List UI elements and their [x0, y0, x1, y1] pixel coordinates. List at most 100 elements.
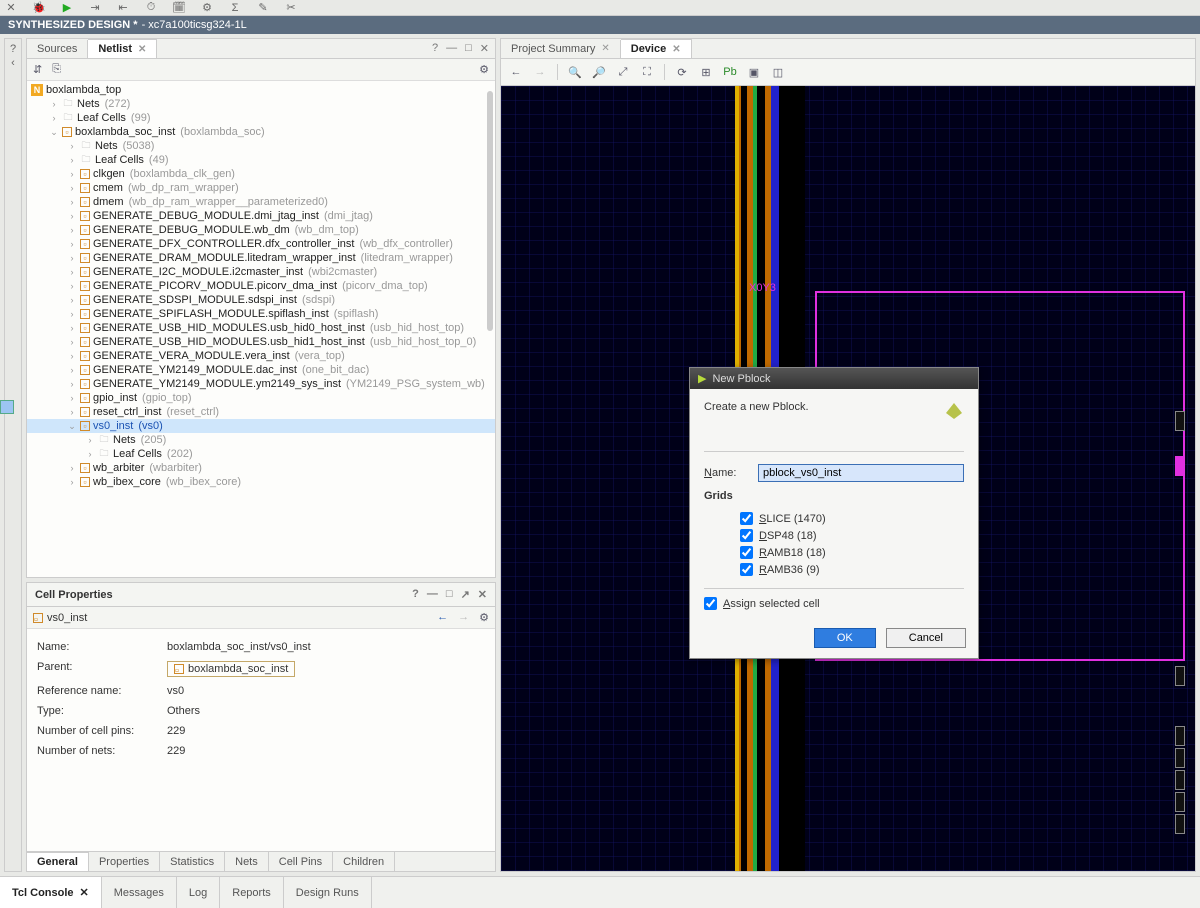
tree-item[interactable]: ›▫GENERATE_DEBUG_MODULE.wb_dm(wb_dm_top) [27, 223, 495, 237]
chk-ramb36[interactable] [740, 563, 753, 576]
zoom-in-icon[interactable]: 🔍 [566, 63, 584, 81]
tree-item[interactable]: ›🗀Leaf Cells(202) [27, 447, 495, 461]
tree-item[interactable]: ›▫GENERATE_YM2149_MODULE.dac_inst(one_bi… [27, 363, 495, 377]
highlight-icon[interactable]: ▣ [745, 63, 763, 81]
ok-button[interactable]: OK [814, 628, 876, 648]
tree-root[interactable]: Nboxlambda_top [27, 83, 495, 97]
tree-item[interactable]: ›▫wb_ibex_core(wb_ibex_core) [27, 475, 495, 489]
maximize-icon[interactable]: □ [446, 588, 453, 601]
chk-slice[interactable] [740, 512, 753, 525]
maximize-icon[interactable]: □ [465, 42, 472, 55]
help-icon[interactable]: ? [10, 43, 16, 55]
zoom-fit-icon[interactable]: ⤢ [614, 63, 632, 81]
wand-icon[interactable]: ✎ [256, 1, 270, 15]
close-icon[interactable]: ✕ [480, 42, 489, 55]
back-arrow-icon[interactable]: ← [507, 63, 525, 81]
close-icon[interactable]: ✕ [672, 44, 680, 55]
expand-icon[interactable]: ⎘ [52, 63, 61, 76]
float-icon[interactable]: ↗ [461, 588, 470, 601]
tree-nets[interactable]: ›🗀Nets(272) [27, 97, 495, 111]
tree-item[interactable]: ›▫cmem(wb_dp_ram_wrapper) [27, 181, 495, 195]
minimize-icon[interactable]: — [446, 42, 457, 55]
tree-item[interactable]: ›▫GENERATE_DEBUG_MODULE.dmi_jtag_inst(dm… [27, 209, 495, 223]
cut-icon[interactable]: ✂ [284, 1, 298, 15]
tree-item[interactable]: ›▫gpio_inst(gpio_top) [27, 391, 495, 405]
pblock-name-input[interactable] [758, 464, 964, 482]
netlist-tabs: Sources Netlist✕ ? — □ ✕ [27, 39, 495, 59]
tree-item[interactable]: ›▫GENERATE_I2C_MODULE.i2cmaster_inst(wbi… [27, 265, 495, 279]
app-toolbar: ✕ 🐞 ▶ ⇥ ⇤ ⏱ 🗓 ⚙ Σ ✎ ✂ [0, 0, 1200, 16]
tab-netlist[interactable]: Netlist✕ [88, 39, 157, 58]
help-icon[interactable]: ? [412, 588, 419, 601]
chk-dsp48[interactable] [740, 529, 753, 542]
tree-item[interactable]: ›▫GENERATE_VERA_MODULE.vera_inst(vera_to… [27, 349, 495, 363]
tab-properties[interactable]: Properties [89, 852, 160, 871]
tree-item[interactable]: ›▫GENERATE_USB_HID_MODULES.usb_hid1_host… [27, 335, 495, 349]
tab-general[interactable]: General [27, 852, 89, 871]
help-icon[interactable]: ? [432, 42, 438, 55]
chk-assign-selected[interactable] [704, 597, 717, 610]
tree-item[interactable]: ›🗀Nets(205) [27, 433, 495, 447]
tree-leaf[interactable]: ›🗀Leaf Cells(99) [27, 111, 495, 125]
refresh-icon[interactable]: ⟳ [673, 63, 691, 81]
tree-item[interactable]: ›▫wb_arbiter(wbarbiter) [27, 461, 495, 475]
tree-item[interactable]: ›▫reset_ctrl_inst(reset_ctrl) [27, 405, 495, 419]
netlist-tree[interactable]: Nboxlambda_top ›🗀Nets(272) ›🗀Leaf Cells(… [27, 81, 495, 577]
tree-item[interactable]: ›▫dmem(wb_dp_ram_wrapper__parameterized0… [27, 195, 495, 209]
tab-children[interactable]: Children [333, 852, 395, 871]
tab-tcl-console[interactable]: Tcl Console✕ [0, 877, 102, 908]
settings-gear-icon[interactable]: ⚙ [479, 63, 489, 76]
routing-icon[interactable]: ⊞ [697, 63, 715, 81]
close-icon[interactable]: ✕ [138, 44, 146, 55]
tree-item[interactable]: ›🗀Leaf Cells(49) [27, 153, 495, 167]
gear-icon[interactable]: ⚙ [200, 1, 214, 15]
autofit-icon[interactable]: ◫ [769, 63, 787, 81]
minimize-icon[interactable]: — [427, 588, 438, 601]
tab-messages[interactable]: Messages [102, 877, 177, 908]
stepin-icon[interactable]: ⇥ [88, 1, 102, 15]
bug-icon[interactable]: 🐞 [32, 1, 46, 15]
tree-item[interactable]: ›▫GENERATE_SDSPI_MODULE.sdspi_inst(sdspi… [27, 293, 495, 307]
stepout-icon[interactable]: ⇤ [116, 1, 130, 15]
tree-item[interactable]: ›▫GENERATE_PICORV_MODULE.picorv_dma_inst… [27, 279, 495, 293]
tree-item[interactable]: ›▫GENERATE_USB_HID_MODULES.usb_hid0_host… [27, 321, 495, 335]
tab-statistics[interactable]: Statistics [160, 852, 225, 871]
close-x-icon[interactable]: ✕ [4, 1, 18, 15]
dialog-titlebar[interactable]: ▶ New Pblock [690, 368, 978, 389]
sigma-icon[interactable]: Σ [228, 1, 242, 15]
back-arrow-icon[interactable]: ← [437, 611, 448, 624]
zoom-out-icon[interactable]: 🔎 [590, 63, 608, 81]
tab-log[interactable]: Log [177, 877, 220, 908]
tab-sources[interactable]: Sources [27, 40, 88, 58]
tree-item[interactable]: ›▫GENERATE_DRAM_MODULE.litedram_wrapper_… [27, 251, 495, 265]
tree-item[interactable]: ›🗀Nets(5038) [27, 139, 495, 153]
close-icon[interactable]: ✕ [80, 886, 89, 899]
clock-icon[interactable]: ⏱ [144, 1, 158, 15]
io-cell [1175, 726, 1185, 746]
settings-gear-icon[interactable]: ⚙ [479, 611, 489, 624]
scrollbar[interactable] [487, 91, 493, 331]
schedule-icon[interactable]: 🗓 [172, 1, 186, 15]
tab-reports[interactable]: Reports [220, 877, 284, 908]
tree-item[interactable]: ›▫GENERATE_YM2149_MODULE.ym2149_sys_inst… [27, 377, 495, 391]
prop-parent-link[interactable]: ▫boxlambda_soc_inst [167, 661, 295, 677]
collapse-all-icon[interactable]: ⇵ [33, 63, 42, 76]
chk-ramb18[interactable] [740, 546, 753, 559]
collapse-icon[interactable]: ‹ [11, 57, 15, 69]
close-icon[interactable]: ✕ [601, 43, 609, 54]
close-icon[interactable]: ✕ [478, 588, 487, 601]
tree-item[interactable]: ›▫clkgen(boxlambda_clk_gen) [27, 167, 495, 181]
tree-item[interactable]: ›▫GENERATE_SPIFLASH_MODULE.spiflash_inst… [27, 307, 495, 321]
tab-nets[interactable]: Nets [225, 852, 269, 871]
tree-item[interactable]: ›▫GENERATE_DFX_CONTROLLER.dfx_controller… [27, 237, 495, 251]
zoom-select-icon[interactable]: ⛶ [638, 63, 656, 81]
tab-cellpins[interactable]: Cell Pins [269, 852, 333, 871]
tree-item-selected[interactable]: ⌄▫vs0_inst(vs0) [27, 419, 495, 433]
tab-device[interactable]: Device✕ [621, 39, 692, 58]
tree-soc[interactable]: ⌄▫boxlambda_soc_inst(boxlambda_soc) [27, 125, 495, 139]
play-icon[interactable]: ▶ [60, 1, 74, 15]
pblock-icon[interactable]: Pb [721, 63, 739, 81]
cancel-button[interactable]: Cancel [886, 628, 966, 648]
tab-project-summary[interactable]: Project Summary✕ [501, 40, 621, 58]
tab-design-runs[interactable]: Design Runs [284, 877, 372, 908]
